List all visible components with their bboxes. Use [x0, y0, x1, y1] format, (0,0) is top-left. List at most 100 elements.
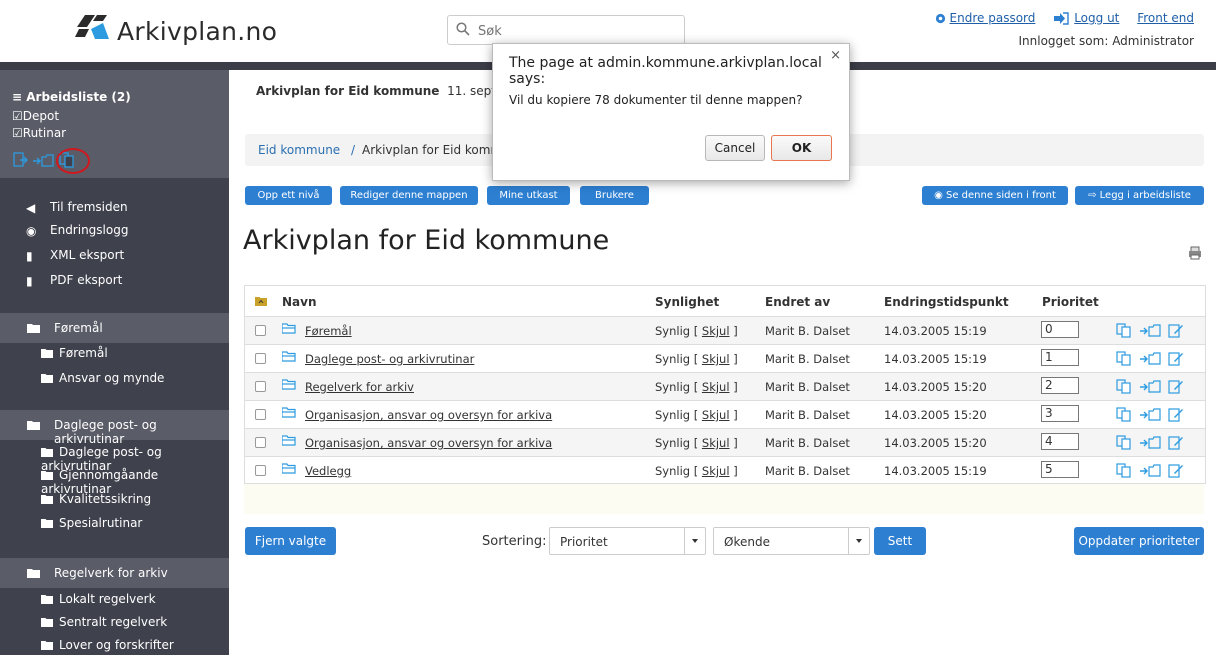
folder-icon	[27, 324, 40, 333]
changed-time-cell: 14.03.2005 15:19	[884, 464, 987, 478]
copy-icon[interactable]	[1116, 323, 1132, 338]
priority-input[interactable]: 4	[1041, 433, 1079, 450]
copy-icon[interactable]	[1116, 407, 1132, 422]
folder-link[interactable]: Føremål	[305, 324, 352, 338]
sidebar-item[interactable]: Ansvar og mynde	[41, 371, 164, 385]
my-drafts-button[interactable]: Mine utkast	[487, 186, 570, 205]
section-regelverk[interactable]: Regelverk for arkiv	[0, 558, 229, 588]
sidebar-item[interactable]: Lover og forskrifter	[41, 638, 174, 652]
set-sort-button[interactable]: Sett	[874, 527, 926, 555]
sidebar-item[interactable]: Kvalitetssikring	[41, 492, 151, 506]
sidebar-item[interactable]: Lokalt regelverk	[41, 592, 156, 606]
up-one-level-button[interactable]: Opp ett nivå	[245, 186, 332, 205]
add-to-worklist-button[interactable]: ⇨ Legg i arbeidsliste	[1075, 186, 1204, 205]
move-icon[interactable]	[1139, 435, 1161, 450]
priority-input[interactable]: 3	[1041, 405, 1079, 422]
checkbox-checked-icon: ☑	[12, 126, 23, 140]
nav-pdf-export[interactable]: ▮ PDF eksport	[26, 273, 122, 288]
update-priorities-button[interactable]: Oppdater prioriteter	[1074, 527, 1204, 555]
sidebar-item[interactable]: Føremål	[41, 346, 108, 360]
priority-input[interactable]: 5	[1041, 461, 1079, 478]
folder-link[interactable]: Daglege post- og arkivrutinar	[305, 352, 474, 366]
folder-link[interactable]: Organisasjon, ansvar og oversyn for arki…	[305, 408, 552, 422]
edit-folder-button[interactable]: Rediger denne mappen	[340, 186, 478, 205]
sort-field-select[interactable]: Prioritet	[549, 527, 706, 555]
search-box[interactable]	[447, 15, 685, 45]
pdf-file-icon: ▮	[26, 273, 33, 288]
hide-link[interactable]: Skjul	[702, 324, 730, 338]
close-icon[interactable]: ×	[830, 48, 841, 63]
row-checkbox[interactable]	[255, 465, 266, 476]
worklist-title[interactable]: ≡ Arbeidsliste (2)	[12, 90, 131, 104]
add-to-worklist-icon[interactable]	[12, 152, 28, 168]
ok-button[interactable]: OK	[771, 135, 832, 161]
logo[interactable]: Arkivplan.no	[73, 15, 278, 46]
worklist-item[interactable]: ☑Rutinar	[12, 126, 66, 140]
cancel-button[interactable]: Cancel	[705, 135, 765, 161]
hide-link[interactable]: Skjul	[702, 380, 730, 394]
sidebar-item[interactable]: Spesialrutinar	[41, 516, 142, 530]
table-row: Regelverk for arkiv Synlig [ Skjul ] Marit…	[245, 372, 1205, 401]
edit-icon[interactable]	[1168, 379, 1184, 394]
priority-input[interactable]: 1	[1041, 349, 1079, 366]
changed-time-cell: 14.03.2005 15:19	[884, 352, 987, 366]
edit-icon[interactable]	[1168, 463, 1184, 478]
hide-link[interactable]: Skjul	[702, 352, 730, 366]
copy-icon[interactable]	[1116, 351, 1132, 366]
search-input[interactable]	[476, 20, 680, 42]
row-checkbox[interactable]	[255, 381, 266, 392]
users-button[interactable]: Brukere	[580, 186, 649, 205]
view-front-button[interactable]: ◉ Se denne siden i front	[922, 186, 1068, 205]
folder-link[interactable]: Organisasjon, ansvar og oversyn for arki…	[305, 436, 552, 450]
logout-icon	[1054, 12, 1069, 25]
front-end-link[interactable]: Front end	[1137, 11, 1194, 25]
printer-icon[interactable]	[1188, 246, 1202, 260]
breadcrumb-link[interactable]: Eid kommune	[258, 143, 340, 157]
sort-order-select[interactable]: Økende	[713, 527, 870, 555]
header-priority[interactable]: Prioritet	[1042, 295, 1099, 309]
header-changed-by[interactable]: Endret av	[765, 295, 830, 309]
edit-icon[interactable]	[1168, 435, 1184, 450]
priority-input[interactable]: 0	[1041, 321, 1079, 338]
section-title: Daglege post- og arkivrutinar	[54, 418, 157, 446]
remove-selected-button[interactable]: Fjern valgte	[245, 527, 336, 555]
edit-icon[interactable]	[1168, 351, 1184, 366]
folder-icon-wrap	[281, 463, 296, 477]
row-checkbox[interactable]	[255, 437, 266, 448]
copy-icon[interactable]	[1116, 463, 1132, 478]
row-checkbox[interactable]	[255, 409, 266, 420]
move-icon[interactable]	[1139, 323, 1161, 338]
move-icon[interactable]	[1139, 379, 1161, 394]
edit-icon[interactable]	[1168, 323, 1184, 338]
copy-icon[interactable]	[1116, 435, 1132, 450]
section-daglege[interactable]: Daglege post- og arkivrutinar	[0, 410, 229, 446]
copy-icon[interactable]	[1116, 379, 1132, 394]
page-title: Arkivplan for Eid kommune	[243, 225, 610, 256]
row-checkbox[interactable]	[255, 325, 266, 336]
change-password-link[interactable]: Endre passord	[950, 11, 1036, 25]
logo-text: Arkivplan.no	[117, 17, 278, 46]
edit-icon[interactable]	[1168, 407, 1184, 422]
nav-home[interactable]: ◀ Til fremsiden	[26, 200, 128, 215]
nav-xml-export[interactable]: ▮ XML eksport	[26, 248, 124, 263]
hide-link[interactable]: Skjul	[702, 436, 730, 450]
move-icon[interactable]	[32, 152, 54, 168]
hide-link[interactable]: Skjul	[702, 464, 730, 478]
section-foremal[interactable]: Føremål	[0, 313, 229, 343]
nav-changelog[interactable]: ◉ Endringslogg	[26, 223, 128, 238]
visibility-cell: Synlig [ Skjul ]	[655, 408, 738, 422]
logout-link[interactable]: Logg ut	[1074, 11, 1119, 25]
header-visibility[interactable]: Synlighet	[655, 295, 719, 309]
row-checkbox[interactable]	[255, 353, 266, 364]
folder-link[interactable]: Vedlegg	[305, 464, 351, 478]
move-icon[interactable]	[1139, 407, 1161, 422]
priority-input[interactable]: 2	[1041, 377, 1079, 394]
move-icon[interactable]	[1139, 463, 1161, 478]
folder-link[interactable]: Regelverk for arkiv	[305, 380, 414, 394]
move-icon[interactable]	[1139, 351, 1161, 366]
header-name[interactable]: Navn	[282, 295, 317, 309]
header-changed-time[interactable]: Endringstidspunkt	[884, 295, 1009, 309]
worklist-item[interactable]: ☑Depot	[12, 109, 59, 123]
hide-link[interactable]: Skjul	[702, 408, 730, 422]
sidebar-item[interactable]: Sentralt regelverk	[41, 615, 167, 629]
